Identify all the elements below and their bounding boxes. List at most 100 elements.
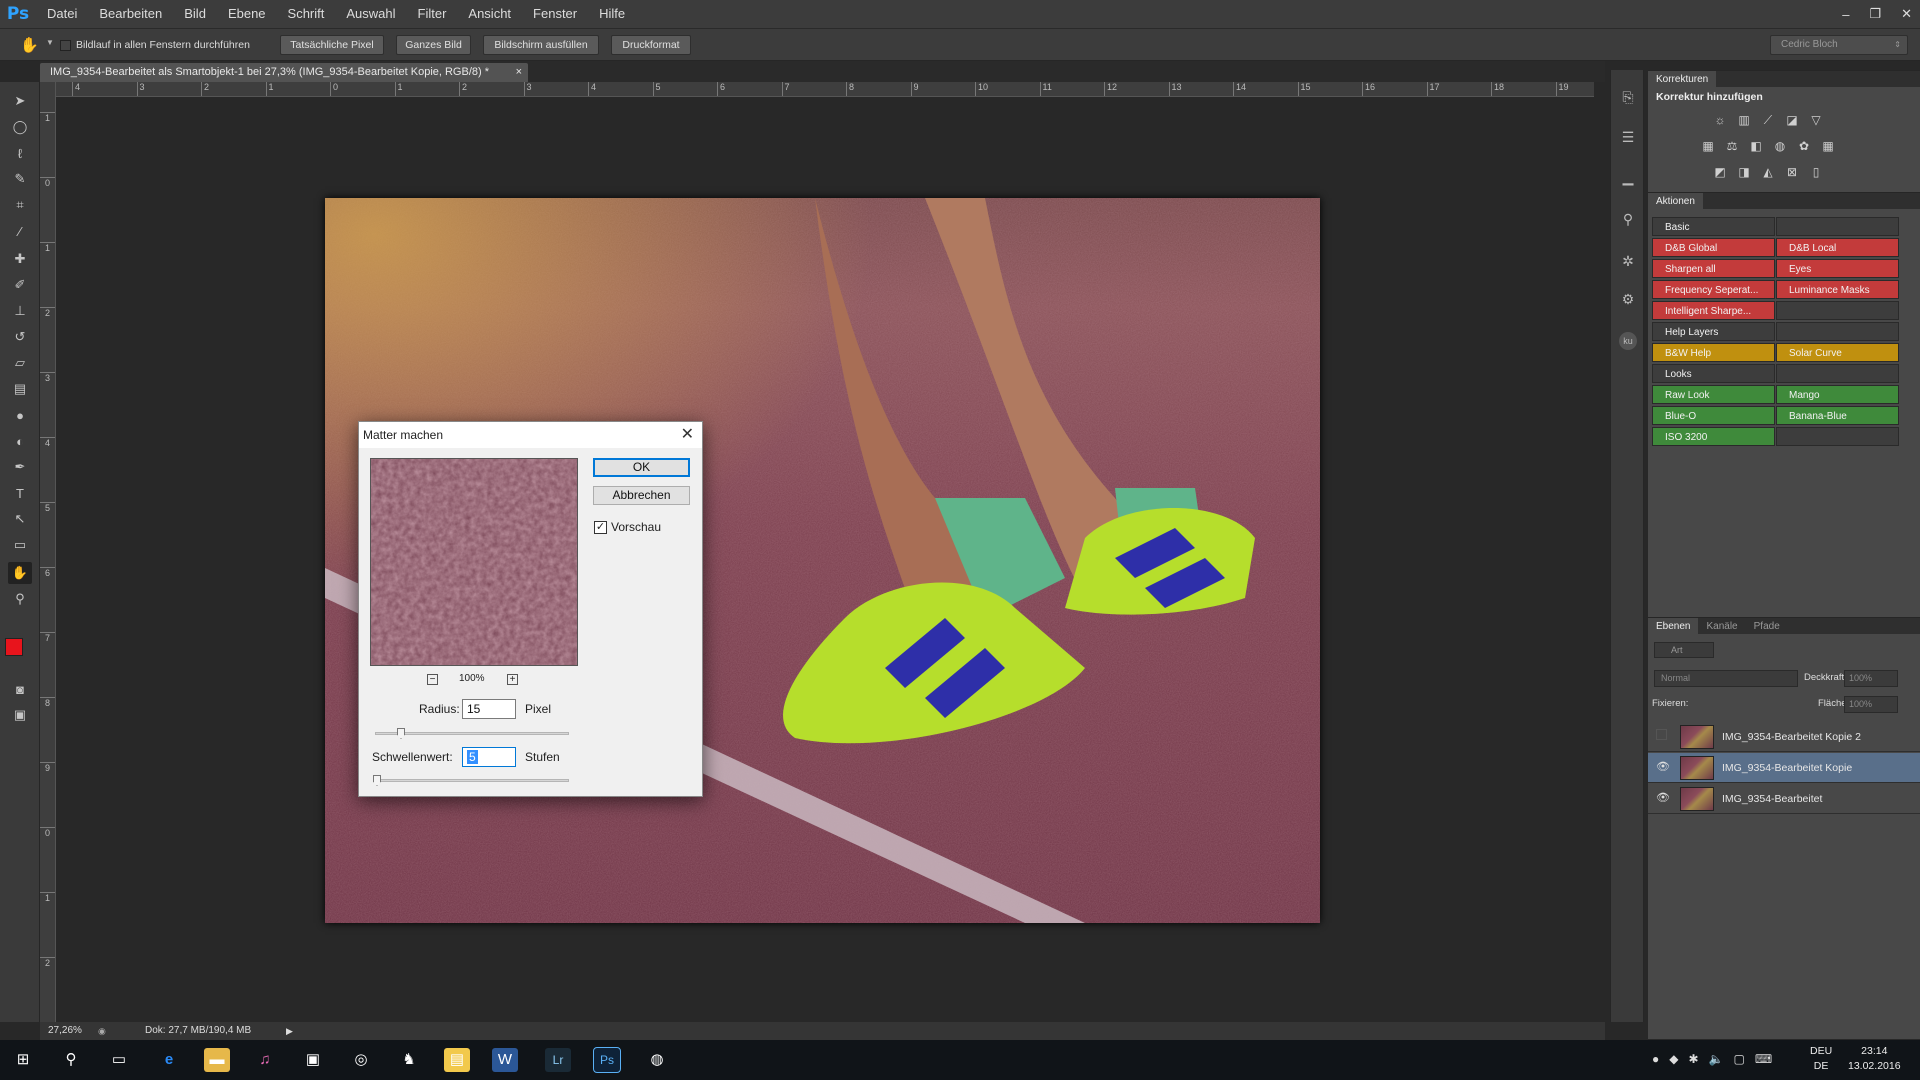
fill-input[interactable]: 100% — [1844, 696, 1898, 713]
tab-kanaele[interactable]: Kanäle — [1698, 618, 1745, 634]
layer-visibility-eye-icon[interactable]: 👁 — [1656, 760, 1670, 774]
eraser-tool-icon[interactable]: ▱ — [8, 352, 32, 374]
brush-presets-icon[interactable]: ⚲ — [1619, 210, 1637, 228]
channel-mixer-icon[interactable]: ✿ — [1796, 139, 1812, 153]
close-tab-icon[interactable]: × — [516, 63, 522, 82]
action-button[interactable]: Frequency Seperat... — [1652, 280, 1775, 299]
levels-icon[interactable]: ▥ — [1736, 113, 1752, 127]
layer-row[interactable]: IMG_9354-Bearbeitet Kopie 2 — [1648, 722, 1920, 752]
menu-bearbeiten[interactable]: Bearbeiten — [88, 0, 173, 28]
menu-ansicht[interactable]: Ansicht — [457, 0, 522, 28]
curves-icon[interactable]: ⟋ — [1760, 113, 1776, 127]
threshold-input[interactable]: 5 — [462, 747, 516, 767]
file-explorer-icon[interactable]: ▬ — [204, 1048, 230, 1072]
healing-brush-tool-icon[interactable]: ✚ — [8, 248, 32, 270]
action-button[interactable]: Mango — [1776, 385, 1899, 404]
zoom-out-button[interactable]: − — [427, 674, 438, 685]
action-button[interactable]: D&B Global — [1652, 238, 1775, 257]
status-menu-arrow-icon[interactable]: ▶ — [286, 1022, 293, 1040]
layer-visibility-eye-icon[interactable]: 👁 — [1656, 791, 1670, 805]
exposure-icon[interactable]: ◪ — [1784, 113, 1800, 127]
opacity-input[interactable]: 100% — [1844, 670, 1898, 687]
hue-saturation-icon[interactable]: ▦ — [1700, 139, 1716, 153]
windows-start-icon[interactable]: ⊞ — [10, 1048, 36, 1072]
dialog-close-icon[interactable]: ✕ — [681, 423, 694, 447]
store-icon[interactable]: ▣ — [300, 1048, 326, 1072]
restore-button[interactable]: ❐ — [1869, 6, 1881, 22]
edge-icon[interactable]: e — [156, 1048, 182, 1072]
word-icon[interactable]: W — [492, 1048, 518, 1072]
language-indicator[interactable]: DEU DE — [1810, 1044, 1832, 1074]
task-view-icon[interactable]: ▭ — [106, 1048, 132, 1072]
cancel-button[interactable]: Abbrechen — [593, 486, 690, 505]
action-button[interactable]: Luminance Masks — [1776, 280, 1899, 299]
action-button[interactable]: Blue-O — [1652, 406, 1775, 425]
minimize-button[interactable]: – — [1842, 7, 1849, 22]
photoshop-taskbar-icon[interactable]: Ps — [593, 1047, 621, 1073]
steam-icon[interactable]: ◎ — [348, 1048, 374, 1072]
action-button[interactable]: Banana-Blue — [1776, 406, 1899, 425]
antivirus-icon[interactable]: ◆ — [1669, 1052, 1678, 1066]
layer-filter-select[interactable]: Art — [1654, 642, 1714, 658]
ok-button[interactable]: OK — [593, 458, 690, 477]
hand-tool-icon[interactable]: ✋ — [20, 36, 39, 54]
tab-aktionen[interactable]: Aktionen — [1648, 193, 1703, 209]
clone-stamp-tool-icon[interactable]: ⊥ — [8, 300, 32, 322]
volume-icon[interactable]: 🔈 — [1709, 1052, 1724, 1066]
menu-bild[interactable]: Bild — [173, 0, 217, 28]
rectangle-tool-icon[interactable]: ▭ — [8, 534, 32, 556]
menu-hilfe[interactable]: Hilfe — [588, 0, 636, 28]
radius-input[interactable]: 15 — [462, 699, 516, 719]
action-button[interactable] — [1776, 217, 1899, 236]
dodge-tool-icon[interactable]: ◐ — [8, 430, 32, 452]
marquee-tool-icon[interactable]: ◯ — [8, 116, 32, 138]
sticky-notes-icon[interactable]: ▤ — [444, 1048, 470, 1072]
settings-icon[interactable]: ✲ — [1619, 252, 1637, 270]
threshold-slider-track[interactable] — [375, 779, 569, 782]
histogram-icon[interactable]: ▁ — [1619, 168, 1637, 186]
print-size-button[interactable]: Druckformat — [611, 35, 691, 55]
action-button[interactable] — [1776, 322, 1899, 341]
color-lookup-icon[interactable]: ▦ — [1820, 139, 1836, 153]
threshold-slider-thumb[interactable] — [373, 775, 381, 786]
bluetooth-icon[interactable]: ✱ — [1688, 1052, 1698, 1066]
color-balance-icon[interactable]: ⚖ — [1724, 139, 1740, 153]
notifications-icon[interactable]: ▢ — [1734, 1052, 1745, 1066]
menu-datei[interactable]: Datei — [36, 0, 88, 28]
app2-icon[interactable]: ◍ — [644, 1048, 670, 1072]
action-button[interactable]: Eyes — [1776, 259, 1899, 278]
status-info-icon[interactable]: ◉ — [98, 1022, 106, 1040]
user-account-select[interactable]: Cedric Bloch ⇕ — [1770, 35, 1908, 55]
zoom-level[interactable]: 27,26% — [48, 1022, 82, 1040]
menu-fenster[interactable]: Fenster — [522, 0, 588, 28]
posterize-icon[interactable]: ◨ — [1736, 165, 1752, 179]
hand-tool-icon[interactable]: ✋ — [8, 562, 32, 584]
filter-preview[interactable] — [370, 458, 578, 666]
menu-filter[interactable]: Filter — [407, 0, 458, 28]
search-icon[interactable]: ⚲ — [58, 1048, 84, 1072]
actual-pixels-button[interactable]: Tatsächliche Pixel — [280, 35, 384, 55]
preview-checkbox[interactable]: ✓ — [594, 520, 607, 534]
fill-screen-button[interactable]: Bildschirm ausfüllen — [483, 35, 599, 55]
quick-selection-tool-icon[interactable]: ✎ — [8, 168, 32, 190]
history-icon[interactable]: ⎘ — [1619, 88, 1637, 106]
clock[interactable]: 23:14 13.02.2016 — [1848, 1044, 1901, 1074]
plugin-icon[interactable]: ku — [1619, 332, 1637, 350]
preview-toggle[interactable]: ✓ Vorschau — [594, 520, 661, 534]
threshold-icon[interactable]: ◭ — [1760, 165, 1776, 179]
action-button[interactable]: Solar Curve — [1776, 343, 1899, 362]
action-button[interactable]: Intelligent Sharpe... — [1652, 301, 1775, 320]
blend-mode-select[interactable]: Normal — [1654, 670, 1798, 687]
fit-screen-button[interactable]: Ganzes Bild — [396, 35, 471, 55]
properties-icon[interactable]: ☰ — [1619, 128, 1637, 146]
vertical-ruler[interactable]: 1 0 1 2 3 4 5 6 7 8 9 0 1 2 — [40, 82, 56, 1022]
move-tool-icon[interactable]: ➤ — [8, 90, 32, 112]
close-button[interactable]: ✕ — [1901, 6, 1912, 22]
action-button[interactable]: Raw Look — [1652, 385, 1775, 404]
action-button[interactable] — [1776, 301, 1899, 320]
action-button[interactable]: ISO 3200 — [1652, 427, 1775, 446]
action-button[interactable]: D&B Local — [1776, 238, 1899, 257]
scroll-all-checkbox[interactable] — [60, 39, 71, 51]
action-button[interactable]: Sharpen all — [1652, 259, 1775, 278]
crop-tool-icon[interactable]: ⌗ — [8, 194, 32, 216]
